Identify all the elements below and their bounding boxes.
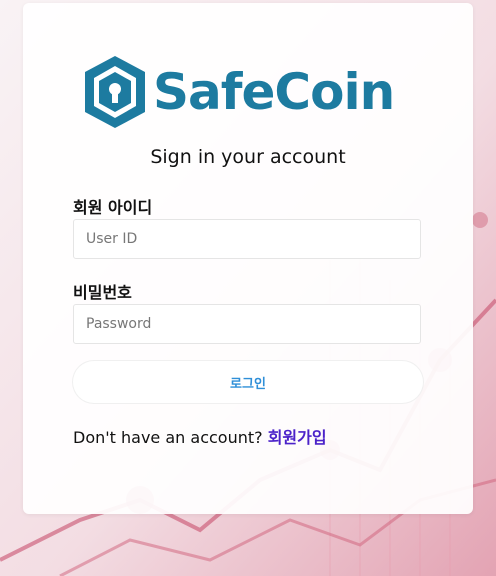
userid-label: 회원 아이디 [73, 198, 153, 217]
shield-lock-icon [85, 56, 145, 128]
login-button[interactable]: 로그인 [73, 361, 423, 403]
login-card: SafeCoin Sign in your account 회원 아이디 비밀번… [23, 3, 473, 514]
signup-row: Don't have an account? 회원가입 [73, 424, 327, 448]
page-title: Sign in your account [150, 146, 346, 168]
brand-logo: SafeCoin [83, 53, 395, 131]
brand-name: SafeCoin [153, 63, 395, 121]
password-input[interactable] [73, 304, 421, 344]
userid-input[interactable] [73, 219, 421, 259]
signup-link[interactable]: 회원가입 [268, 428, 327, 447]
signup-prompt: Don't have an account? [73, 428, 268, 447]
password-label: 비밀번호 [73, 283, 132, 302]
